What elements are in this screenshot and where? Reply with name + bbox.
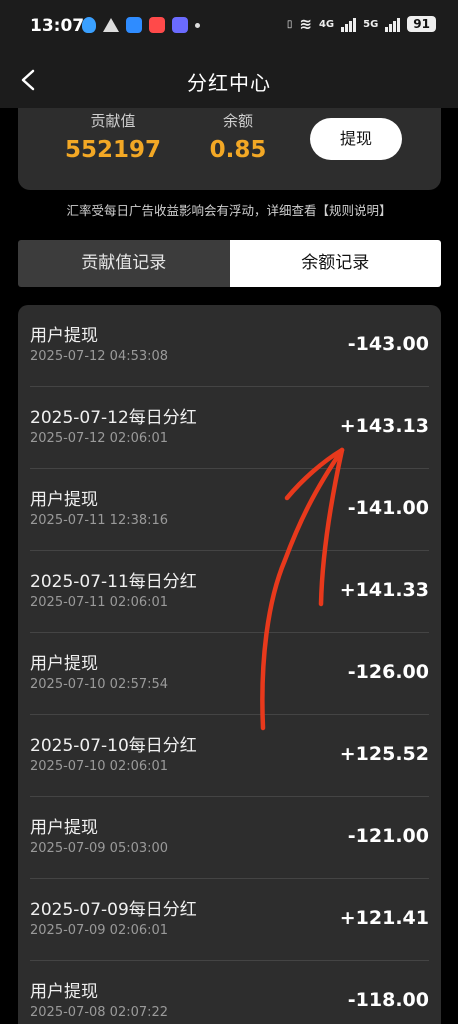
notification-icons <box>82 17 200 33</box>
more-notifications-dot-icon <box>195 22 200 28</box>
network-4g-label: 4G <box>318 18 335 30</box>
list-item: 2025-07-12每日分红 2025-07-12 02:06:01 +143.… <box>18 387 441 469</box>
wifi-icon: ≋ <box>299 15 312 33</box>
record-amount: +125.52 <box>339 743 429 765</box>
record-title: 2025-07-11每日分红 <box>30 572 197 592</box>
record-time: 2025-07-08 02:07:22 <box>30 1005 169 1020</box>
contribution-value: 552197 <box>64 137 162 163</box>
record-title: 用户提现 <box>30 818 98 838</box>
record-tabs: 贡献值记录 余额记录 <box>18 240 441 287</box>
page: 13:07 ▯ ≋ 4G 5G 91 分红中心 贡献值 552197 余额 0.… <box>0 0 458 1024</box>
withdraw-button[interactable]: 提现 <box>310 118 402 160</box>
system-icons: ▯ ≋ 4G 5G 91 <box>287 15 436 33</box>
list-item: 用户提现 2025-07-10 02:57:54 -126.00 <box>18 633 441 715</box>
page-title: 分红中心 <box>187 71 271 95</box>
app-notification-icon <box>126 17 142 33</box>
list-item: 2025-07-11每日分红 2025-07-11 02:06:01 +141.… <box>18 551 441 633</box>
record-amount: -143.00 <box>347 333 429 355</box>
record-amount: -141.00 <box>347 497 429 519</box>
list-item: 用户提现 2025-07-09 05:03:00 -121.00 <box>18 797 441 879</box>
record-title: 用户提现 <box>30 982 98 1002</box>
list-item: 2025-07-10每日分红 2025-07-10 02:06:01 +125.… <box>18 715 441 797</box>
list-item: 用户提现 2025-07-11 12:38:16 -141.00 <box>18 469 441 551</box>
tab-contribution-records[interactable]: 贡献值记录 <box>18 240 230 287</box>
record-title: 2025-07-12每日分红 <box>30 408 197 428</box>
record-title: 2025-07-10每日分红 <box>30 736 197 756</box>
nav-header: 分红中心 <box>0 52 458 108</box>
record-amount: -118.00 <box>347 989 429 1011</box>
balance-stat: 余额 0.85 <box>198 108 278 163</box>
vibrate-icon: ▯ <box>286 18 293 30</box>
tab-balance-records[interactable]: 余额记录 <box>229 240 441 287</box>
record-amount: -121.00 <box>347 825 429 847</box>
app-notification-icon <box>149 17 165 33</box>
record-title: 用户提现 <box>30 654 98 674</box>
record-time: 2025-07-09 05:03:00 <box>30 841 169 856</box>
network-5g-label: 5G <box>363 18 379 30</box>
app-notification-icon <box>172 17 188 33</box>
record-time: 2025-07-10 02:57:54 <box>30 677 169 692</box>
balance-record-list: 用户提现 2025-07-12 04:53:08 -143.00 2025-07… <box>18 305 441 1024</box>
balance-value: 0.85 <box>209 137 267 163</box>
record-amount: +143.13 <box>339 415 429 437</box>
list-item: 用户提现 2025-07-12 04:53:08 -143.00 <box>18 305 441 387</box>
list-item: 用户提现 2025-07-08 02:07:22 -118.00 <box>18 961 441 1024</box>
record-title: 用户提现 <box>30 326 98 346</box>
record-amount: +121.41 <box>339 907 429 929</box>
record-amount: +141.33 <box>339 579 429 601</box>
record-time: 2025-07-11 02:06:01 <box>30 595 169 610</box>
record-time: 2025-07-12 04:53:08 <box>30 349 169 364</box>
record-title: 用户提现 <box>30 490 98 510</box>
signal-icon <box>341 16 357 32</box>
record-amount: -126.00 <box>347 661 429 683</box>
record-time: 2025-07-09 02:06:01 <box>30 923 169 938</box>
battery-icon: 91 <box>407 16 436 32</box>
record-time: 2025-07-10 02:06:01 <box>30 759 169 774</box>
status-time: 13:07 <box>30 16 85 36</box>
balance-label: 余额 <box>222 112 253 130</box>
balance-card: 贡献值 552197 余额 0.85 提现 <box>18 108 441 190</box>
contribution-label: 贡献值 <box>90 112 136 130</box>
qq-icon <box>82 17 96 33</box>
signal-icon <box>385 16 401 32</box>
list-item: 2025-07-09每日分红 2025-07-09 02:06:01 +121.… <box>18 879 441 961</box>
contribution-stat: 贡献值 552197 <box>58 108 168 163</box>
status-bar: 13:07 ▯ ≋ 4G 5G 91 <box>0 0 458 52</box>
rules-note[interactable]: 汇率受每日广告收益影响会有浮动，详细查看【规则说明】 <box>0 200 458 219</box>
record-time: 2025-07-11 12:38:16 <box>30 513 169 528</box>
warning-icon <box>103 18 119 32</box>
record-title: 2025-07-09每日分红 <box>30 900 197 920</box>
record-time: 2025-07-12 02:06:01 <box>30 431 169 446</box>
